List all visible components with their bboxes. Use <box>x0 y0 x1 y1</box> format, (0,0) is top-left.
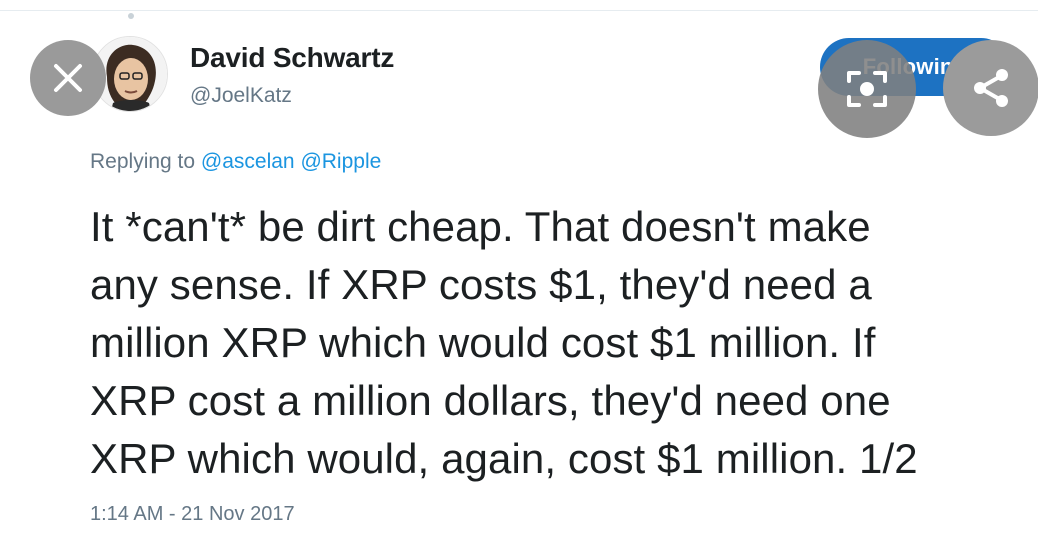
mention-link[interactable]: @ascelan <box>201 150 295 173</box>
reply-prefix: Replying to <box>90 150 196 173</box>
author-handle[interactable]: @JoelKatz <box>190 84 292 108</box>
tweet-line: million XRP which would cost $1 million.… <box>90 319 876 366</box>
top-divider <box>0 10 1038 11</box>
tweet-line: any sense. If XRP costs $1, they'd need … <box>90 261 872 308</box>
timestamp[interactable]: 1:14 AM - 21 Nov 2017 <box>90 503 295 526</box>
top-dot <box>128 13 134 19</box>
tweet-line: It *can't* be dirt cheap. That doesn't m… <box>90 203 871 250</box>
share-icon <box>974 69 1008 107</box>
tweet-text: It *can't* be dirt cheap. That doesn't m… <box>90 198 1030 488</box>
share-button[interactable] <box>943 40 1038 136</box>
mention-link[interactable]: @Ripple <box>300 150 381 173</box>
tweet-line: XRP which would, again, cost $1 million.… <box>90 435 918 482</box>
reply-context: Replying to @ascelan @Ripple <box>90 150 381 174</box>
author-name[interactable]: David Schwartz <box>190 42 394 74</box>
lens-icon <box>847 71 887 107</box>
tweet-line: XRP cost a million dollars, they'd need … <box>90 377 891 424</box>
close-icon <box>54 64 82 92</box>
close-button[interactable] <box>30 40 106 116</box>
lens-button[interactable] <box>818 40 916 138</box>
